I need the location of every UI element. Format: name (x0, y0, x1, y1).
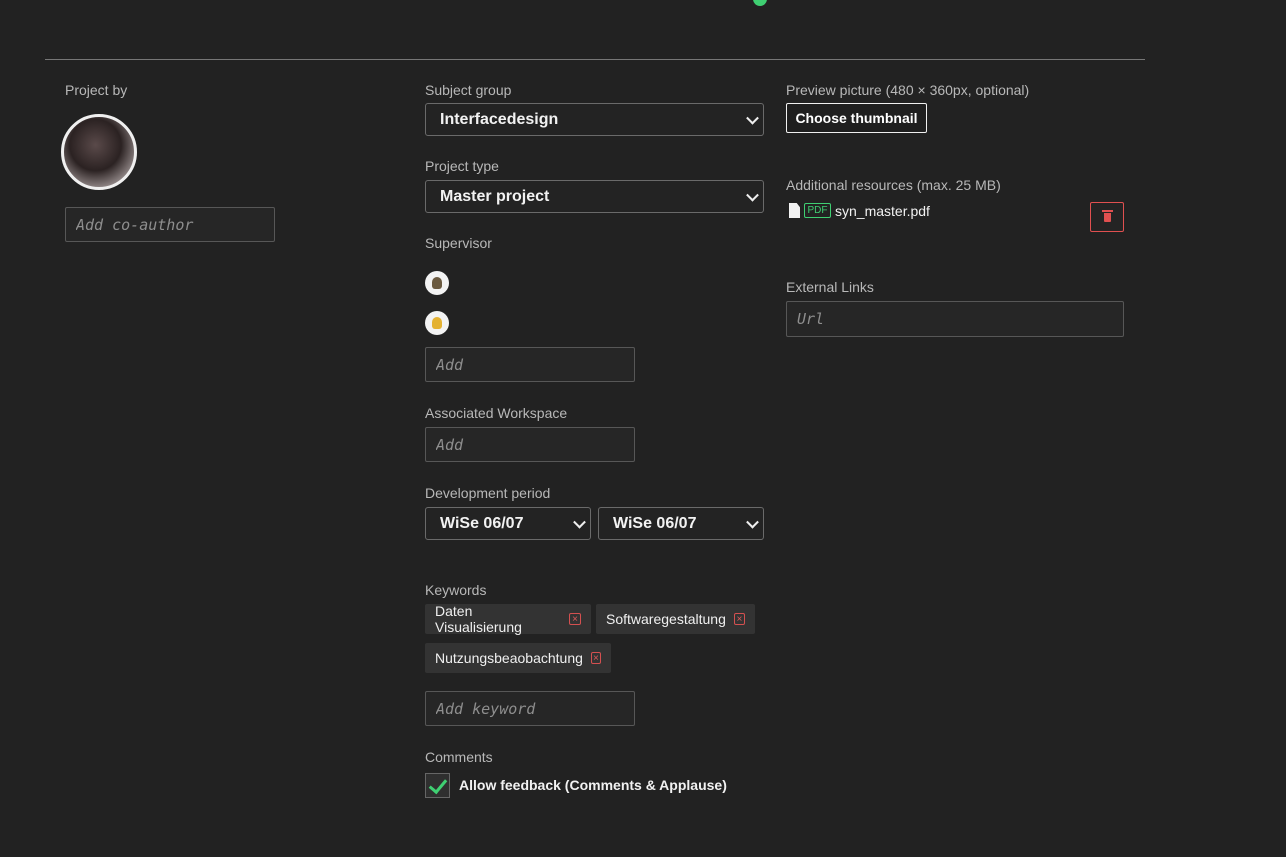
choose-thumbnail-button[interactable]: Choose thumbnail (786, 103, 927, 133)
period-from-value: WiSe 06/07 (440, 514, 524, 532)
supervisor-add-input[interactable] (425, 347, 635, 382)
supervisor-avatar[interactable] (425, 311, 449, 335)
chevron-down-icon (746, 188, 759, 202)
keyword-tag: Nutzungsbeaobachtung × (425, 643, 611, 673)
remove-icon[interactable]: × (590, 652, 601, 664)
author-avatar[interactable] (61, 114, 137, 190)
chevron-down-icon (746, 515, 759, 529)
pdf-badge: PDF (804, 203, 831, 218)
subject-group-value: Interfacedesign (440, 110, 559, 128)
period-to-value: WiSe 06/07 (613, 514, 697, 532)
keywords-label: Keywords (425, 582, 487, 598)
development-period-label: Development period (425, 485, 551, 501)
supervisor-avatar[interactable] (425, 271, 449, 295)
external-links-label: External Links (786, 279, 874, 295)
allow-feedback-label[interactable]: Allow feedback (Comments & Applause) (459, 777, 727, 793)
delete-file-button[interactable] (1090, 202, 1124, 232)
file-name-link[interactable]: syn_master.pdf (835, 203, 930, 219)
project-type-value: Master project (440, 187, 550, 205)
preview-picture-label: Preview picture (480 × 360px, optional) (786, 82, 1030, 98)
status-dot (753, 0, 767, 6)
additional-resources-label: Additional resources (max. 25 MB) (786, 177, 1001, 193)
remove-icon[interactable]: × (733, 613, 745, 625)
keyword-tag: Softwaregestaltung × (596, 604, 755, 634)
workspace-add-input[interactable] (425, 427, 635, 462)
keyword-tag: Daten Visualisierung × (425, 603, 591, 635)
allow-feedback-checkbox[interactable] (425, 773, 450, 798)
file-icon (789, 203, 800, 218)
project-by-label: Project by (65, 82, 128, 98)
keyword-text: Nutzungsbeaobachtung (435, 650, 583, 666)
coauthor-input[interactable] (65, 207, 275, 242)
external-url-input[interactable] (786, 301, 1124, 337)
section-divider (45, 59, 1145, 60)
keyword-add-input[interactable] (425, 691, 635, 726)
comments-label: Comments (425, 749, 493, 765)
workspace-label: Associated Workspace (425, 405, 568, 421)
remove-icon[interactable]: × (569, 613, 581, 625)
supervisor-avatar-image (432, 317, 442, 329)
check-icon (428, 774, 448, 795)
period-from-select[interactable]: WiSe 06/07 (425, 507, 591, 540)
trash-icon (1102, 210, 1113, 222)
keyword-text: Softwaregestaltung (606, 611, 726, 627)
subject-group-select[interactable]: Interfacedesign (425, 103, 764, 136)
supervisor-label: Supervisor (425, 235, 492, 251)
project-type-select[interactable]: Master project (425, 180, 764, 213)
supervisor-avatar-image (432, 277, 442, 289)
project-type-label: Project type (425, 158, 499, 174)
chevron-down-icon (573, 515, 586, 529)
keyword-text: Daten Visualisierung (435, 603, 522, 635)
period-to-select[interactable]: WiSe 06/07 (598, 507, 764, 540)
subject-group-label: Subject group (425, 82, 512, 98)
chevron-down-icon (746, 111, 759, 125)
